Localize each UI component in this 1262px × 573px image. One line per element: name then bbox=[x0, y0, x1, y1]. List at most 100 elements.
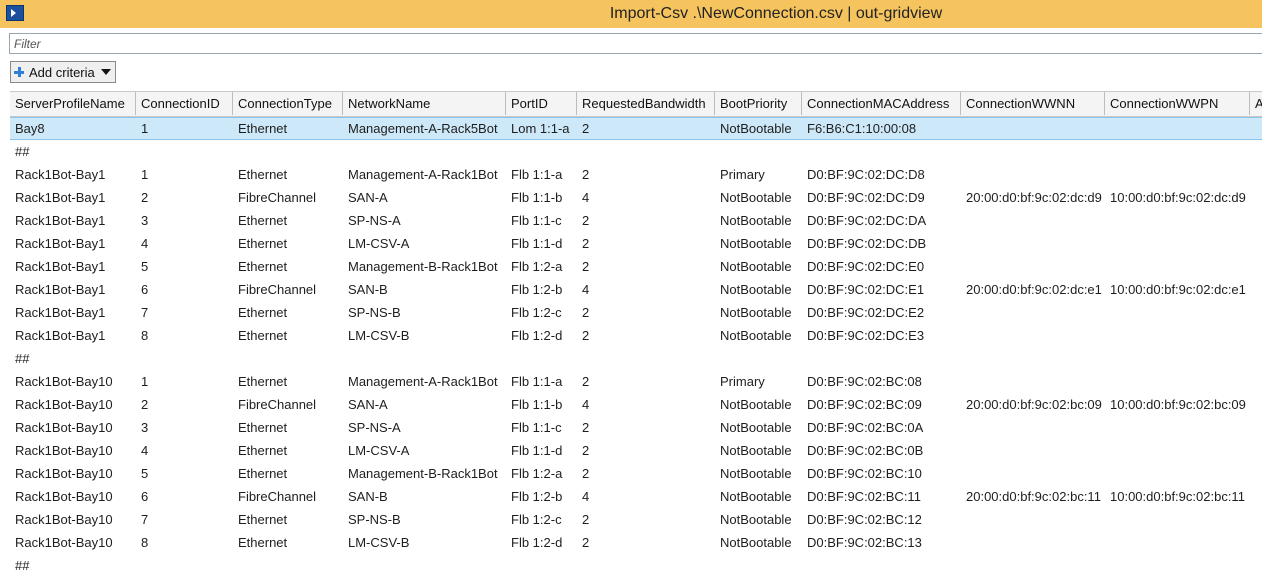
table-cell: NotBootable bbox=[720, 190, 792, 205]
table-cell: Management-A-Rack5Bot bbox=[348, 121, 498, 136]
table-cell: Ethernet bbox=[238, 466, 288, 481]
table-cell: Rack1Bot-Bay1 bbox=[15, 328, 106, 343]
table-cell: 4 bbox=[582, 489, 590, 504]
table-row[interactable]: ## bbox=[10, 140, 1262, 163]
table-cell: 8 bbox=[141, 328, 149, 343]
table-cell: SP-NS-B bbox=[348, 305, 401, 320]
table-row[interactable]: Rack1Bot-Bay10 3 Ethernet SP-NS-A Flb 1:1-c 2… bbox=[10, 416, 1262, 439]
table-cell: Flb 1:1-a bbox=[511, 167, 563, 182]
column-header[interactable]: ConnectionWWPN bbox=[1105, 92, 1250, 115]
table-cell bbox=[961, 232, 1105, 255]
table-cell: 4 bbox=[582, 190, 590, 205]
table-cell: D0:BF:9C:02:DC:E1 bbox=[807, 282, 925, 297]
column-header[interactable]: PortID bbox=[506, 92, 577, 115]
table-cell bbox=[577, 347, 715, 370]
table-row[interactable]: Rack1Bot-Bay1 2 FibreChannel SAN-A Flb 1:1-b… bbox=[10, 186, 1262, 209]
table-row[interactable]: ## bbox=[10, 347, 1262, 370]
table-row[interactable]: Rack1Bot-Bay1 6 FibreChannel SAN-B Flb 1:2-b… bbox=[10, 278, 1262, 301]
column-header[interactable]: BootPriority bbox=[715, 92, 802, 115]
column-header[interactable]: ConnectionType bbox=[233, 92, 343, 115]
table-cell: 2 bbox=[141, 397, 149, 412]
table-cell: 2 bbox=[582, 305, 590, 320]
table-cell bbox=[715, 347, 802, 370]
table-cell: D0:BF:9C:02:DC:D8 bbox=[807, 167, 925, 182]
table-cell bbox=[961, 209, 1105, 232]
table-row[interactable]: Rack1Bot-Bay1 3 Ethernet SP-NS-A Flb 1:1-c 2 N… bbox=[10, 209, 1262, 232]
table-row[interactable]: ## bbox=[10, 554, 1262, 573]
column-header[interactable]: ConnectionWWNN bbox=[961, 92, 1105, 115]
table-cell: Rack1Bot-Bay1 bbox=[15, 282, 106, 297]
table-cell: 20:00:d0:bf:9c:02:bc:11 bbox=[966, 489, 1101, 504]
table-row[interactable]: Rack1Bot-Bay10 1 Ethernet Management-A-Rack… bbox=[10, 370, 1262, 393]
table-cell: 3 bbox=[141, 213, 149, 228]
table-cell: D0:BF:9C:02:BC:09 bbox=[807, 397, 922, 412]
table-row[interactable]: Rack1Bot-Bay10 4 Ethernet LM-CSV-A Flb 1:1-d… bbox=[10, 439, 1262, 462]
table-cell bbox=[715, 140, 802, 163]
table-row[interactable]: Bay8 1 Ethernet Management-A-Rack5Bot Lom 1:… bbox=[10, 117, 1262, 140]
table-cell bbox=[1105, 163, 1250, 186]
table-cell: 8 bbox=[141, 535, 149, 550]
table-row[interactable]: Rack1Bot-Bay10 5 Ethernet Management-B-Rack… bbox=[10, 462, 1262, 485]
table-cell: 1 bbox=[141, 374, 149, 389]
column-header[interactable]: RequestedBandwidth bbox=[577, 92, 715, 115]
table-cell bbox=[1105, 347, 1250, 370]
add-criteria-button[interactable]: Add criteria bbox=[10, 61, 116, 83]
table-cell: D0:BF:9C:02:DC:E0 bbox=[807, 259, 925, 274]
column-header[interactable]: ConnectionMACAddress bbox=[802, 92, 961, 115]
table-cell: Rack1Bot-Bay1 bbox=[15, 213, 106, 228]
table-cell: FibreChannel bbox=[238, 489, 317, 504]
table-cell bbox=[802, 347, 961, 370]
table-cell: Bay8 bbox=[15, 121, 45, 136]
table-cell: D0:BF:9C:02:BC:0B bbox=[807, 443, 924, 458]
table-cell: D0:BF:9C:02:DC:E3 bbox=[807, 328, 925, 343]
table-cell bbox=[1105, 232, 1250, 255]
table-cell: Flb 1:2-d bbox=[511, 328, 563, 343]
table-cell: LM-CSV-B bbox=[348, 535, 410, 550]
table-cell: ## bbox=[15, 351, 30, 366]
table-cell: 5 bbox=[141, 466, 149, 481]
column-header[interactable]: NetworkName bbox=[343, 92, 506, 115]
table-cell: Ethernet bbox=[238, 443, 288, 458]
table-row[interactable]: Rack1Bot-Bay1 4 Ethernet LM-CSV-A Flb 1:1-d 2… bbox=[10, 232, 1262, 255]
table-cell bbox=[961, 118, 1105, 139]
window-title: Import-Csv .\NewConnection.csv | out-gri… bbox=[609, 5, 943, 22]
table-cell: 2 bbox=[582, 121, 590, 136]
table-row[interactable]: Rack1Bot-Bay1 8 Ethernet LM-CSV-B Flb 1:2-d 2… bbox=[10, 324, 1262, 347]
table-row[interactable]: Rack1Bot-Bay1 5 Ethernet Management-B-Rack1… bbox=[10, 255, 1262, 278]
column-header[interactable]: ServerProfileName bbox=[10, 92, 136, 115]
table-cell bbox=[802, 140, 961, 163]
table-cell: Rack1Bot-Bay10 bbox=[15, 512, 113, 527]
table-cell: Flb 1:2-a bbox=[511, 259, 563, 274]
table-row[interactable]: Rack1Bot-Bay1 1 Ethernet Management-A-Rack1… bbox=[10, 163, 1262, 186]
table-cell: 1 bbox=[141, 167, 149, 182]
table-cell: NotBootable bbox=[720, 489, 792, 504]
table-cell: Ethernet bbox=[238, 328, 288, 343]
table-cell: 2 bbox=[582, 535, 590, 550]
table-cell bbox=[802, 554, 961, 573]
table-cell: 4 bbox=[582, 397, 590, 412]
table-cell bbox=[233, 140, 343, 163]
table-row[interactable]: Rack1Bot-Bay10 8 Ethernet LM-CSV-B Flb 1:2-d… bbox=[10, 531, 1262, 554]
table-cell: NotBootable bbox=[720, 420, 792, 435]
table-row[interactable]: Rack1Bot-Bay1 7 Ethernet SP-NS-B Flb 1:2-c 2 N… bbox=[10, 301, 1262, 324]
title-bar: Import-Csv .\NewConnection.csv | out-gri… bbox=[0, 0, 1262, 28]
table-cell bbox=[577, 554, 715, 573]
table-cell: Rack1Bot-Bay10 bbox=[15, 489, 113, 504]
table-cell: 6 bbox=[141, 489, 149, 504]
table-cell: Rack1Bot-Bay10 bbox=[15, 535, 113, 550]
table-row[interactable]: Rack1Bot-Bay10 7 Ethernet SP-NS-B Flb 1:2-c 2… bbox=[10, 508, 1262, 531]
table-cell: NotBootable bbox=[720, 512, 792, 527]
table-cell bbox=[1105, 439, 1250, 462]
table-cell: Primary bbox=[720, 167, 765, 182]
table-cell: D0:BF:9C:02:BC:08 bbox=[807, 374, 922, 389]
filter-input[interactable] bbox=[10, 34, 1262, 53]
table-row[interactable]: Rack1Bot-Bay10 2 FibreChannel SAN-A Flb 1:1-… bbox=[10, 393, 1262, 416]
column-header[interactable]: A bbox=[1250, 92, 1262, 115]
table-cell: Rack1Bot-Bay10 bbox=[15, 374, 113, 389]
table-cell: D0:BF:9C:02:BC:12 bbox=[807, 512, 922, 527]
table-cell: Flb 1:1-c bbox=[511, 213, 562, 228]
table-row[interactable]: Rack1Bot-Bay10 6 FibreChannel SAN-B Flb 1:2-… bbox=[10, 485, 1262, 508]
table-cell: Flb 1:1-b bbox=[511, 397, 563, 412]
column-header[interactable]: ConnectionID bbox=[136, 92, 233, 115]
table-cell: SAN-B bbox=[348, 489, 388, 504]
